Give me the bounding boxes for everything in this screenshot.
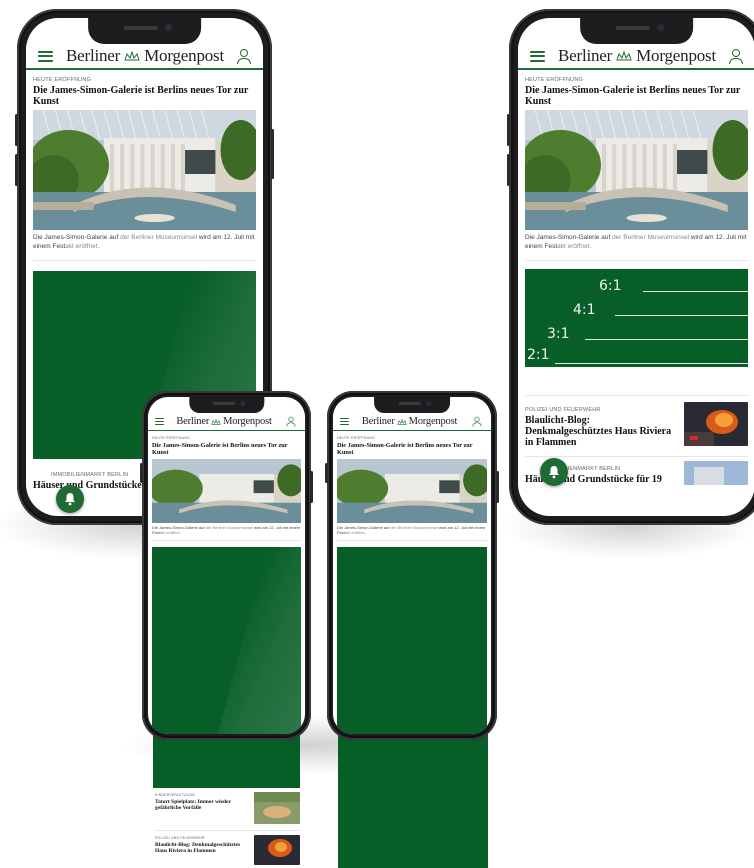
ratio-label-6-1: 6:1	[599, 278, 622, 294]
side-button	[507, 154, 510, 186]
logo-text-right: Morgenpost	[636, 46, 716, 65]
side-button	[15, 154, 18, 186]
logo-emblem-icon	[124, 51, 140, 61]
logo-emblem-icon	[397, 418, 407, 425]
divider	[337, 540, 487, 542]
article-headline[interactable]: Blaulicht-Blog: Denkmalgeschütztes Haus …	[525, 415, 678, 448]
logo-text-right: Morgenpost	[144, 46, 224, 65]
notification-bell-icon[interactable]	[56, 485, 84, 513]
logo-text-left: Berliner	[558, 46, 613, 65]
article-thumbnail[interactable]	[254, 835, 300, 865]
logo-text-left: Berliner	[176, 416, 210, 427]
hero-photo[interactable]	[337, 459, 487, 523]
ratio-label-2-1: 2:1	[527, 347, 550, 363]
side-button	[496, 471, 499, 503]
divider	[33, 260, 256, 261]
hero-photo[interactable]	[525, 110, 748, 230]
site-logo[interactable]: Berliner Morgenpost	[176, 416, 272, 427]
phone-small-left: Berliner Morgenpost Heute Eröffnung Die …	[140, 391, 313, 740]
side-button	[15, 114, 18, 146]
site-logo[interactable]: Berliner Morgenpost	[558, 46, 716, 66]
ad-ratio-placeholder: 6:1 4:1 3:1 2:1	[525, 269, 748, 367]
side-button	[140, 463, 143, 483]
article-feed: Heute Eröffnung Die James-Simon-Galerie …	[333, 433, 491, 734]
ad-placeholder	[337, 547, 487, 734]
article-kicker: Heute Eröffnung	[152, 436, 190, 440]
menu-icon[interactable]	[155, 418, 164, 425]
ratio-label-3-1: 3:1	[547, 326, 570, 342]
divider	[525, 456, 748, 457]
logo-emblem-icon	[616, 51, 632, 61]
ad-overflow-right	[338, 730, 488, 868]
divider	[152, 540, 301, 542]
site-header: Berliner Morgenpost	[148, 413, 305, 431]
user-icon[interactable]	[472, 416, 482, 427]
site-logo[interactable]: Berliner Morgenpost	[361, 416, 458, 427]
article-headline[interactable]: Blaulicht-Blog: Denkmalgeschütztes Haus …	[155, 842, 250, 854]
article-headline[interactable]: Tatort Spielplatz: Immer wieder gefährli…	[155, 799, 250, 811]
article-headline[interactable]: Die James-Simon-Galerie ist Berlins neue…	[152, 442, 301, 456]
overflow-article-list: Kinderverletzung Tatort Spielplatz: Imme…	[155, 792, 300, 865]
side-button	[310, 471, 313, 503]
menu-icon[interactable]	[340, 418, 349, 425]
article-kicker: Heute Eröffnung	[33, 77, 91, 83]
divider	[155, 830, 300, 831]
article-headline[interactable]: Die James-Simon-Galerie ist Berlins neue…	[525, 85, 748, 107]
hero-photo[interactable]	[152, 459, 301, 523]
logo-text-left: Berliner	[66, 46, 121, 65]
screen: Berliner Morgenpost Heute Eröffnung Die …	[518, 18, 754, 516]
notch	[579, 18, 694, 44]
site-header: Berliner Morgenpost	[333, 413, 491, 431]
site-header: Berliner Morgenpost	[26, 44, 263, 70]
list-item[interactable]: Kinderverletzung Tatort Spielplatz: Imme…	[155, 792, 300, 824]
notification-bell-icon[interactable]	[540, 458, 568, 486]
logo-text-left: Berliner	[361, 416, 395, 427]
article-kicker: Heute Eröffnung	[525, 77, 583, 83]
notch	[374, 397, 450, 413]
user-icon[interactable]	[729, 48, 743, 64]
phone-small-right: Berliner Morgenpost Heute Eröffnung Die …	[325, 391, 499, 740]
divider	[525, 395, 748, 396]
logo-text-right: Morgenpost	[408, 416, 458, 427]
site-logo[interactable]: Berliner Morgenpost	[66, 46, 224, 66]
article-headline[interactable]: Die James-Simon-Galerie ist Berlins neue…	[337, 442, 487, 456]
screen: Berliner Morgenpost Heute Eröffnung Die …	[333, 397, 491, 734]
list-item[interactable]: Polizei und Feuerwehr Blaulicht-Blog: De…	[525, 402, 748, 448]
ad-placeholder	[152, 547, 301, 734]
article-kicker: Polizei und Feuerwehr	[155, 836, 205, 840]
side-button	[507, 114, 510, 146]
article-feed: Heute Eröffnung Die James-Simon-Galerie …	[518, 72, 754, 516]
photo-caption: Die James-Simon-Galerie auf der Berliner…	[33, 234, 255, 250]
phone-right: Berliner Morgenpost Heute Eröffnung Die …	[507, 9, 754, 525]
side-button	[325, 463, 328, 483]
article-kicker: Polizei und Feuerwehr	[525, 407, 601, 413]
user-icon[interactable]	[237, 48, 251, 64]
menu-icon[interactable]	[38, 50, 53, 62]
divider	[525, 260, 748, 261]
logo-emblem-icon	[211, 418, 221, 425]
article-kicker: Heute Eröffnung	[337, 436, 375, 440]
article-thumbnail[interactable]	[254, 792, 300, 824]
user-icon[interactable]	[286, 416, 296, 427]
article-thumbnail[interactable]	[684, 461, 748, 485]
site-header: Berliner Morgenpost	[518, 44, 754, 70]
article-thumbnail[interactable]	[684, 402, 748, 446]
screen: Berliner Morgenpost Heute Eröffnung Die …	[148, 397, 305, 734]
notch	[188, 397, 265, 413]
article-headline[interactable]: Die James-Simon-Galerie ist Berlins neue…	[33, 85, 256, 107]
menu-icon[interactable]	[530, 50, 545, 62]
ratio-label-4-1: 4:1	[573, 302, 596, 318]
notch	[87, 18, 202, 44]
list-item[interactable]: Polizei und Feuerwehr Blaulicht-Blog: De…	[155, 835, 300, 865]
side-button	[271, 129, 274, 179]
logo-text-right: Morgenpost	[223, 416, 272, 427]
photo-caption: Die James-Simon-Galerie auf der Berliner…	[525, 234, 747, 250]
article-feed: Heute Eröffnung Die James-Simon-Galerie …	[148, 433, 305, 734]
hero-photo[interactable]	[33, 110, 256, 230]
article-kicker: Kinderverletzung	[155, 793, 195, 797]
photo-caption: Die James-Simon-Galerie auf der Berliner…	[152, 525, 301, 536]
photo-caption: Die James-Simon-Galerie auf der Berliner…	[337, 525, 486, 536]
